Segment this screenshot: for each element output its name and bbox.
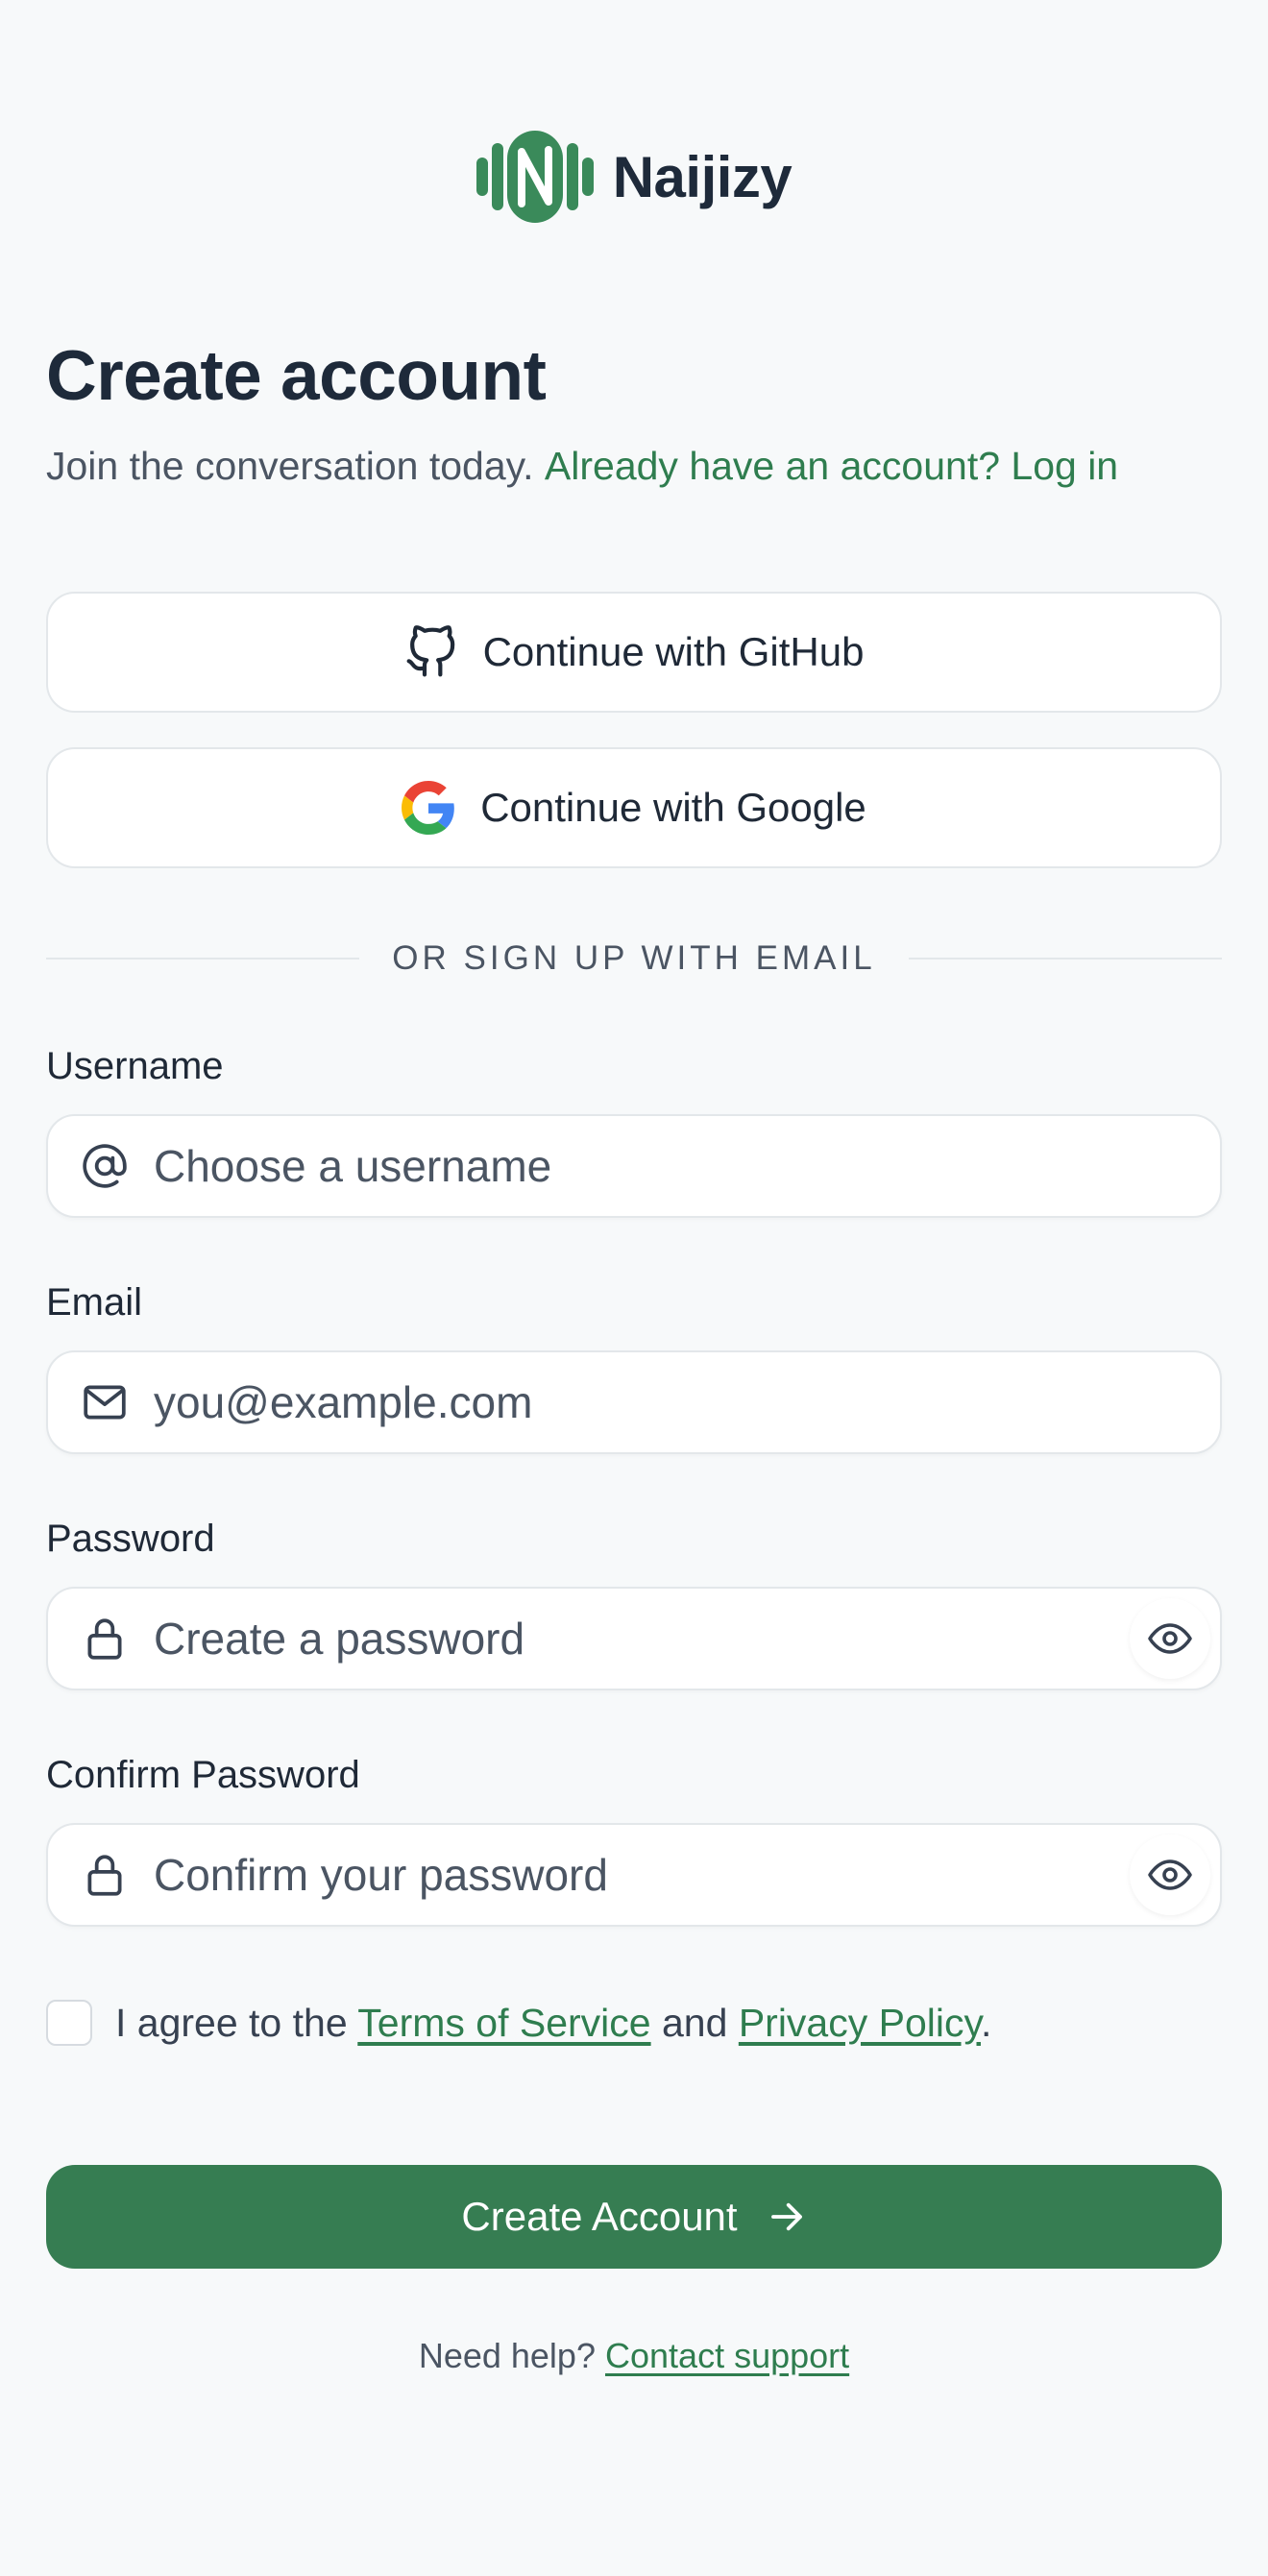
lock-icon bbox=[87, 1618, 122, 1660]
terms-suffix: . bbox=[980, 2000, 992, 2045]
privacy-policy-link[interactable]: Privacy Policy bbox=[739, 2001, 981, 2045]
eye-icon bbox=[1148, 1623, 1192, 1654]
google-signin-button[interactable]: Continue with Google bbox=[46, 747, 1222, 868]
lock-icon bbox=[87, 1855, 122, 1896]
login-link[interactable]: Already have an account? Log in bbox=[545, 444, 1118, 488]
email-input[interactable] bbox=[154, 1352, 1220, 1452]
divider-text: OR SIGN UP WITH EMAIL bbox=[392, 939, 876, 977]
brand-name: Naijizy bbox=[612, 144, 792, 209]
email-label: Email bbox=[46, 1281, 143, 1324]
brand-logo: Naijizy bbox=[0, 129, 1268, 225]
brand-mark-icon bbox=[476, 131, 594, 223]
terms-and: and bbox=[662, 2000, 728, 2045]
subtitle-text: Join the conversation today. bbox=[46, 444, 534, 488]
help-prefix: Need help? bbox=[418, 2336, 596, 2375]
show-confirm-password-toggle[interactable] bbox=[1130, 1835, 1210, 1915]
username-input[interactable] bbox=[154, 1116, 1220, 1216]
terms-prefix: I agree to the bbox=[115, 2000, 348, 2045]
terms-text: I agree to the Terms of Service and Priv… bbox=[115, 2001, 991, 2046]
signup-page: Naijizy Create account Join the conversa… bbox=[0, 0, 1268, 2576]
github-icon bbox=[406, 625, 454, 677]
terms-agreement: I agree to the Terms of Service and Priv… bbox=[46, 2000, 991, 2046]
help-text: Need help? Contact support bbox=[0, 2336, 1268, 2376]
terms-of-service-link[interactable]: Terms of Service bbox=[357, 2001, 650, 2045]
password-label: Password bbox=[46, 1518, 215, 1560]
email-divider: OR SIGN UP WITH EMAIL bbox=[46, 937, 1222, 980]
username-field[interactable] bbox=[46, 1114, 1222, 1218]
mail-icon bbox=[84, 1385, 126, 1420]
divider-line-left bbox=[46, 958, 360, 960]
github-signin-button[interactable]: Continue with GitHub bbox=[46, 592, 1222, 713]
show-password-toggle[interactable] bbox=[1130, 1598, 1210, 1679]
contact-support-link[interactable]: Contact support bbox=[605, 2336, 849, 2375]
page-title: Create account bbox=[46, 337, 547, 415]
arrow-right-icon bbox=[770, 2202, 802, 2231]
google-icon bbox=[402, 781, 455, 835]
terms-checkbox[interactable] bbox=[46, 2000, 92, 2046]
confirm-password-input[interactable] bbox=[154, 1825, 1130, 1925]
password-field[interactable] bbox=[46, 1587, 1222, 1690]
eye-icon bbox=[1148, 1859, 1192, 1890]
confirm-password-field[interactable] bbox=[46, 1823, 1222, 1927]
confirm-password-label: Confirm Password bbox=[46, 1754, 360, 1796]
create-account-label: Create Account bbox=[461, 2194, 738, 2239]
username-label: Username bbox=[46, 1045, 224, 1087]
at-icon bbox=[83, 1144, 127, 1188]
divider-line-right bbox=[908, 958, 1222, 960]
page-subtitle: Join the conversation today. Already hav… bbox=[46, 444, 1118, 489]
password-input[interactable] bbox=[154, 1589, 1130, 1689]
email-field[interactable] bbox=[46, 1350, 1222, 1454]
github-button-label: Continue with GitHub bbox=[482, 629, 865, 674]
google-button-label: Continue with Google bbox=[480, 785, 866, 830]
create-account-button[interactable]: Create Account bbox=[46, 2165, 1222, 2269]
